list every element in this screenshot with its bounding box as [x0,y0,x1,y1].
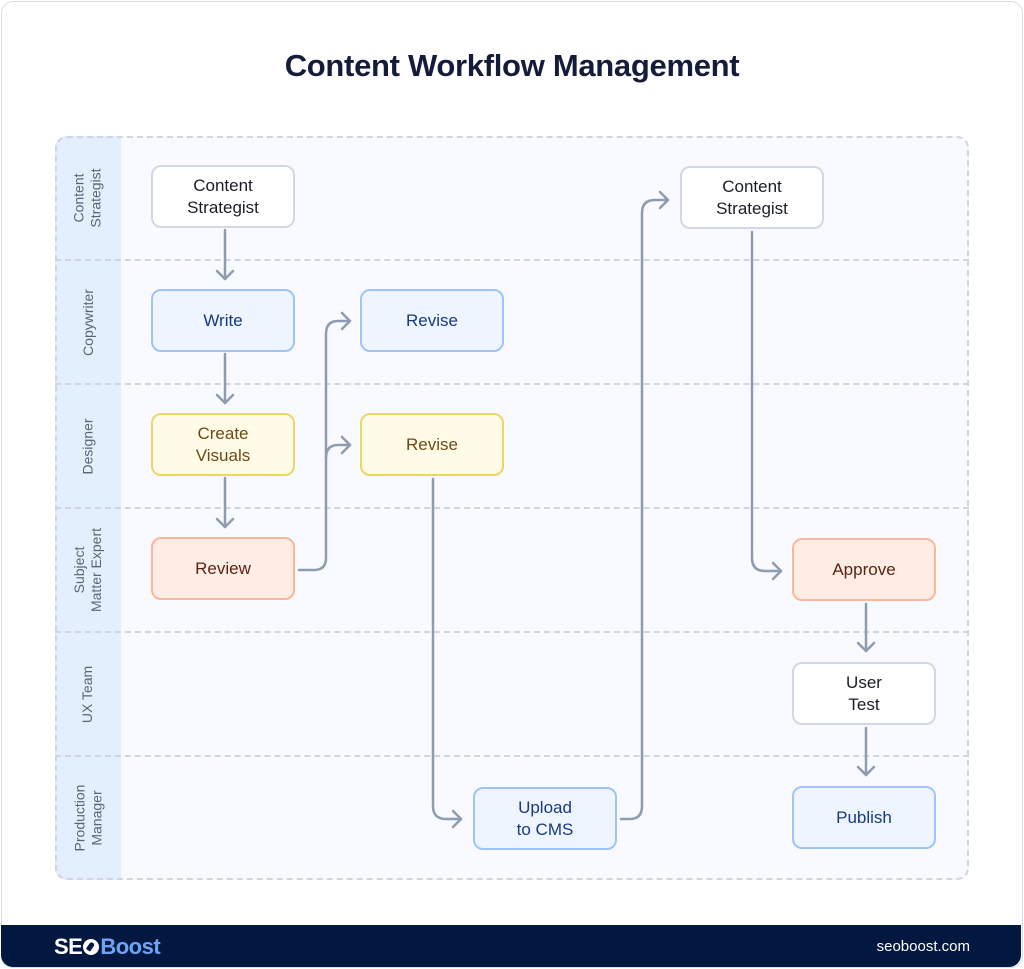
lane-label-copywriter: Copywriter [55,260,121,384]
node-content-strategist-2: Content Strategist [680,166,824,229]
node-revise-design: Revise [360,413,504,476]
brand-seo-text: SE [54,934,83,959]
lane-divider [55,507,969,509]
brand-logo[interactable]: SE Boost [54,934,161,960]
lane-divider [55,631,969,633]
lane-label-text: Designer [79,417,96,475]
lane-label-subject-matter-expert: Subject Matter Expert [55,508,121,632]
node-publish: Publish [792,786,936,849]
lane-label-text: Copywriter [79,288,96,356]
footer-bar: SE Boost seoboost.com [1,925,1021,967]
node-revise-copy: Revise [360,289,504,352]
lane-label-production-manager: Production Manager [55,756,121,880]
rocket-icon [83,939,100,955]
site-link[interactable]: seoboost.com [877,938,970,955]
page-title: Content Workflow Management [284,48,740,83]
lane-divider [55,383,969,385]
node-upload-to-cms: Upload to CMS [473,787,617,850]
node-write: Write [151,289,295,352]
lane-divider [55,755,969,757]
lane-label-text: Production Manager [71,784,104,852]
swimlane-area: Content Strategist Copywriter Designer S… [55,136,969,880]
lane-label-text: UX Team [79,665,96,723]
lane-label-content-strategist: Content Strategist [55,136,121,260]
lane-divider [55,259,969,261]
brand-boost-text: Boost [100,934,161,959]
node-user-test: User Test [792,662,936,725]
node-create-visuals: Create Visuals [151,413,295,476]
lane-label-text: Content Strategist [70,168,104,228]
node-approve: Approve [792,538,936,601]
lane-label-designer: Designer [55,384,121,508]
node-content-strategist: Content Strategist [151,165,295,228]
lane-label-text: Subject Matter Expert [71,527,104,613]
lane-label-ux-team: UX Team [55,632,121,756]
node-review: Review [151,537,295,600]
